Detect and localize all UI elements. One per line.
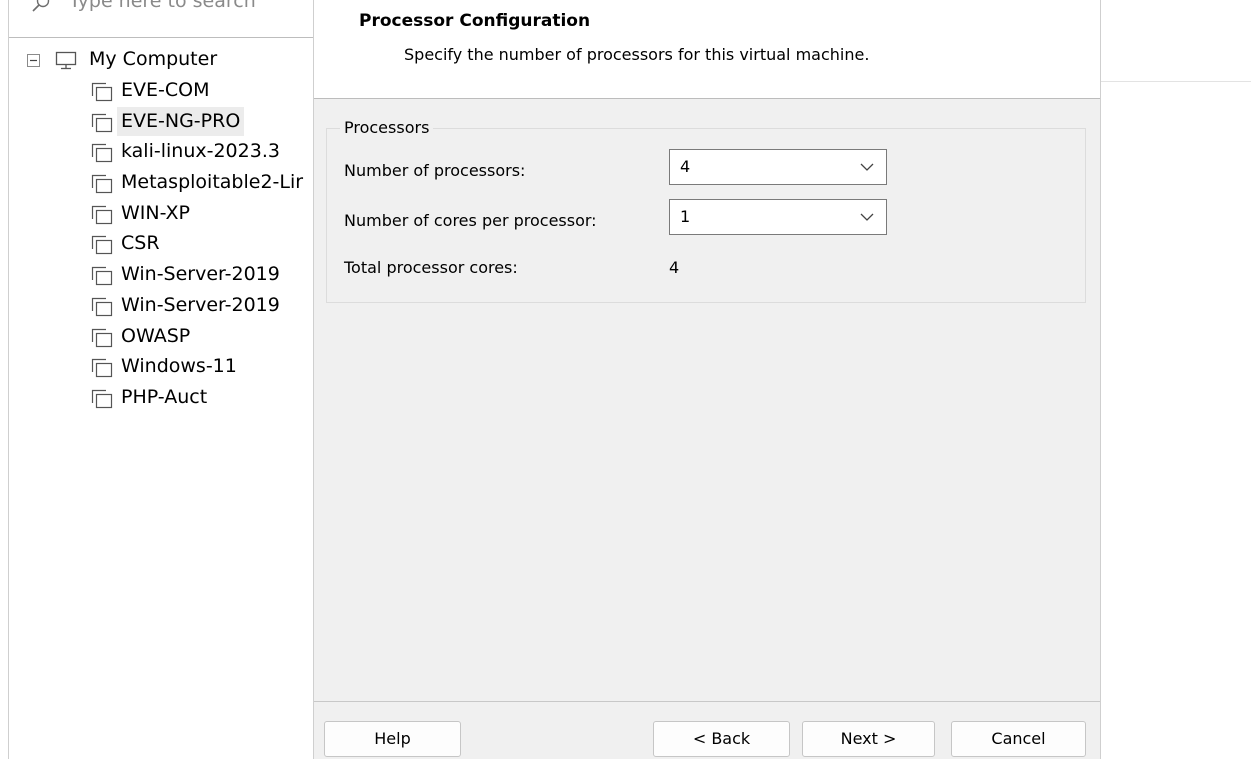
- background-divider: [1101, 81, 1251, 82]
- vm-icon: [91, 328, 113, 347]
- vm-icon: [91, 113, 113, 132]
- vm-list-item-label: kali-linux-2023.3: [121, 140, 280, 163]
- button-bar-separator: [314, 701, 1100, 702]
- vm-list-item[interactable]: kali-linux-2023.3: [9, 137, 313, 168]
- vm-list-item-label: OWASP: [121, 324, 191, 347]
- total-cores-label: Total processor cores:: [344, 258, 518, 277]
- vm-list-item[interactable]: Metasploitable2-Lir: [9, 168, 313, 199]
- tree-root-label: My Computer: [89, 48, 218, 70]
- wizard-header: Processor Configuration Specify the numb…: [314, 0, 1100, 99]
- vm-list-item-label: Windows-11: [121, 355, 237, 378]
- back-button[interactable]: < Back: [653, 721, 790, 757]
- cores-per-processor-select[interactable]: 1: [669, 199, 887, 235]
- num-processors-label: Number of processors:: [344, 161, 526, 180]
- vm-list-item[interactable]: WIN-XP: [9, 199, 313, 230]
- chevron-down-icon: [860, 163, 874, 171]
- cancel-button[interactable]: Cancel: [951, 721, 1086, 757]
- new-vm-wizard: Processor Configuration Specify the numb…: [314, 0, 1101, 759]
- library-sidebar: Type here to search My Computer EVE-COM E…: [8, 0, 314, 759]
- next-button[interactable]: Next >: [802, 721, 935, 757]
- vm-list-item[interactable]: Win-Server-2019: [9, 260, 313, 291]
- processors-group: Processors Number of processors: 4 Numbe…: [326, 118, 1086, 303]
- vm-icon: [91, 359, 113, 378]
- vm-icon: [91, 389, 113, 408]
- vm-list-item-label: Metasploitable2-Lir: [121, 171, 304, 194]
- cores-per-processor-label: Number of cores per processor:: [344, 211, 597, 230]
- vm-icon: [91, 297, 113, 316]
- vm-icon: [91, 144, 113, 163]
- vm-icon: [91, 82, 113, 102]
- help-button[interactable]: Help: [324, 721, 461, 757]
- chevron-down-icon: [860, 213, 874, 221]
- vm-list-item-label: EVE-NG-PRO: [117, 106, 245, 136]
- library-search-input[interactable]: Type here to search: [9, 0, 313, 38]
- search-icon: [32, 0, 50, 12]
- total-cores-value: 4: [669, 258, 680, 277]
- vm-list-item-label: EVE-COM: [121, 79, 210, 101]
- vm-list-item-label: PHP-Auct: [121, 385, 208, 408]
- vm-list-item[interactable]: EVE-NG-PRO: [9, 106, 313, 138]
- vm-icon: [91, 174, 113, 194]
- vm-list-item[interactable]: PHP-Auct: [9, 383, 313, 414]
- vm-list-item-label: WIN-XP: [121, 201, 190, 224]
- vm-list-item[interactable]: Windows-11: [9, 352, 313, 383]
- tree-root-my-computer[interactable]: My Computer: [9, 46, 313, 76]
- search-placeholder: Type here to search: [69, 0, 256, 12]
- vm-list-item-label: CSR: [121, 232, 160, 255]
- num-processors-select[interactable]: 4: [669, 149, 887, 185]
- cores-per-processor-value: 1: [680, 207, 691, 226]
- vm-list-item[interactable]: Win-Server-2019: [9, 291, 313, 322]
- vm-list-item[interactable]: EVE-COM: [9, 76, 313, 107]
- vm-list-item[interactable]: OWASP: [9, 322, 313, 353]
- vm-icon: [91, 205, 113, 224]
- processors-group-label: Processors: [340, 118, 434, 137]
- vm-icon: [91, 236, 113, 255]
- computer-icon: [55, 51, 77, 70]
- collapse-icon[interactable]: [27, 54, 40, 67]
- vm-icon: [91, 267, 113, 286]
- vm-tree: My Computer EVE-COM EVE-NG-PRO kali-linux-…: [9, 46, 313, 414]
- vm-list-item-label: Win-Server-2019: [121, 263, 280, 286]
- wizard-subtitle: Specify the number of processors for thi…: [404, 45, 870, 64]
- vm-list-item[interactable]: CSR: [9, 229, 313, 260]
- num-processors-value: 4: [680, 157, 691, 176]
- wizard-title: Processor Configuration: [359, 11, 591, 31]
- vm-list-item-label: Win-Server-2019: [121, 293, 280, 316]
